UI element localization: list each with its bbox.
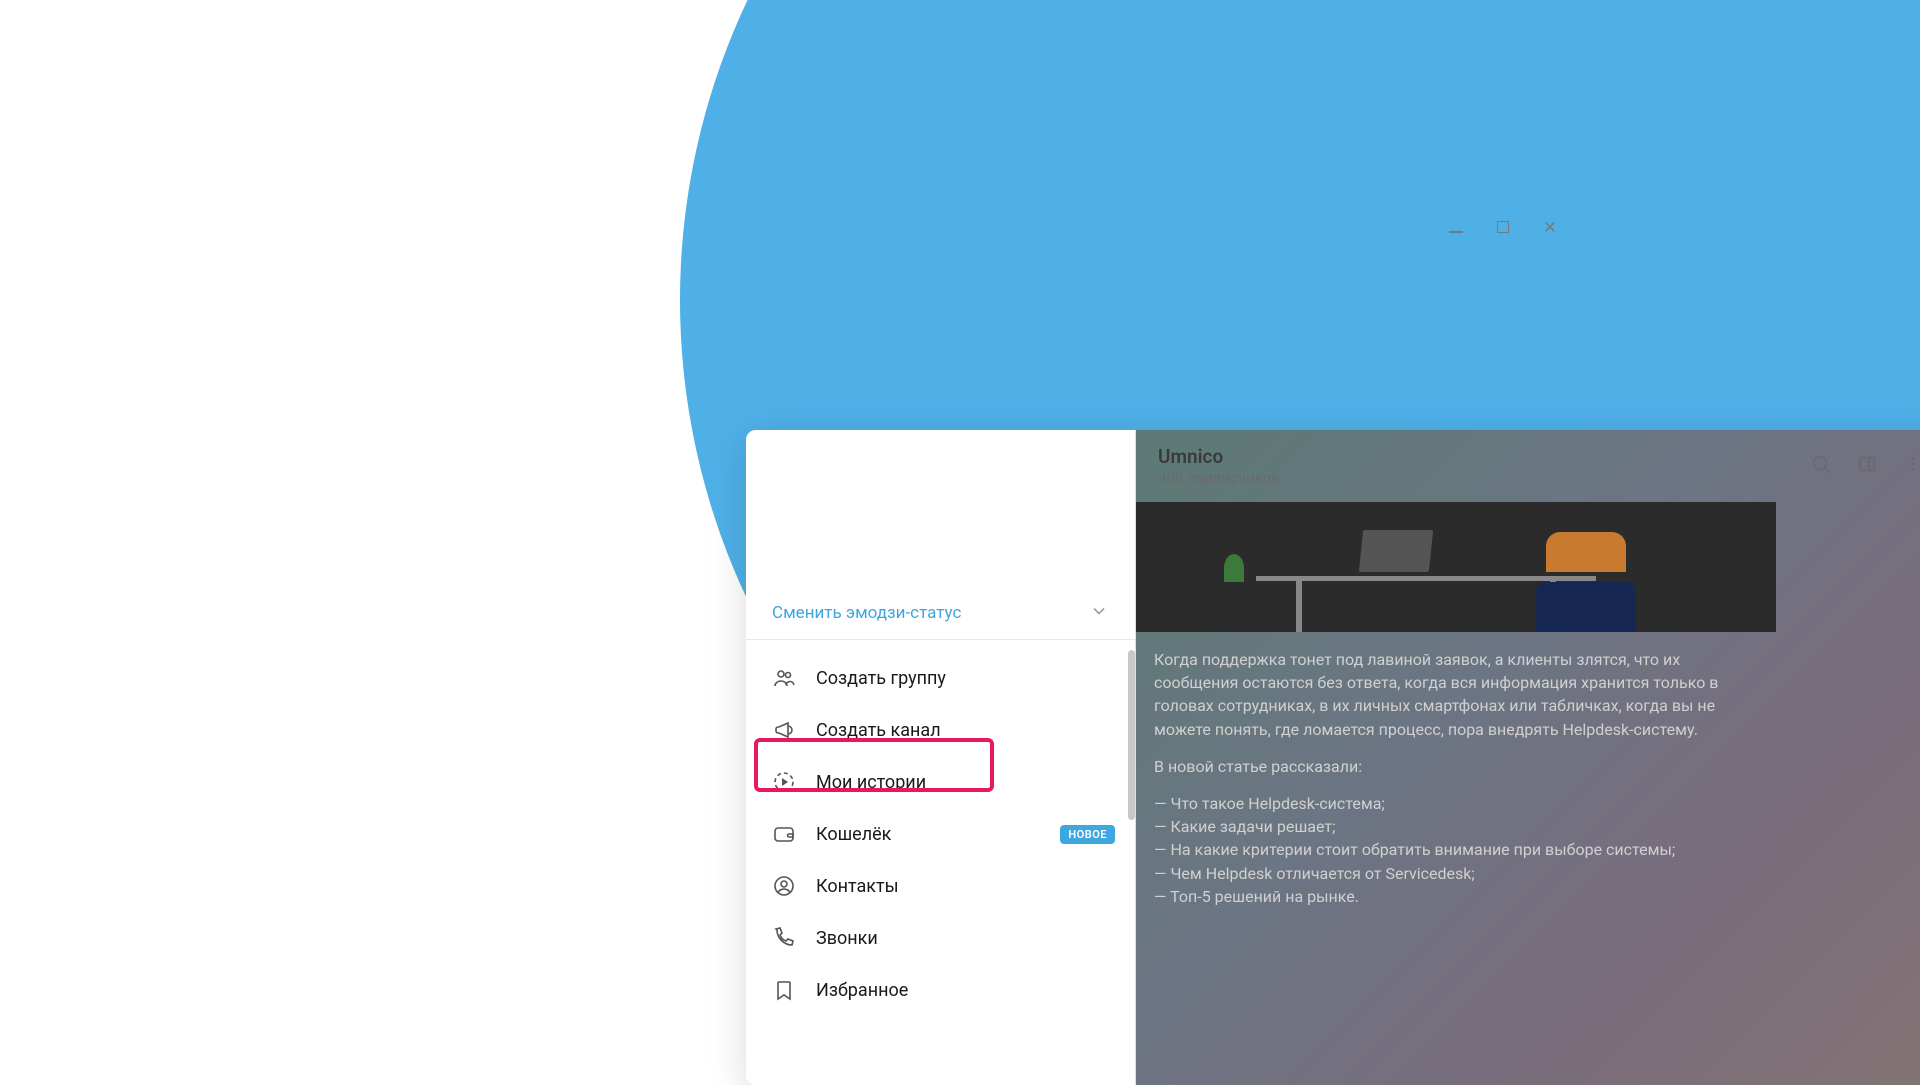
menu-item-label: Мои истории xyxy=(816,772,926,793)
menu-saved[interactable]: Избранное xyxy=(746,964,1135,1016)
menu-item-label: Кошелёк xyxy=(816,824,891,845)
menu-item-label: Звонки xyxy=(816,928,878,949)
message-list-item: — Чем Helpdesk отличается от Servicedesk… xyxy=(1154,862,1758,885)
message-list-item: — На какие критерии стоит обратить внима… xyxy=(1154,838,1758,861)
menu-contacts[interactable]: Контакты xyxy=(746,860,1135,912)
window-controls: ✕ xyxy=(1449,220,1557,237)
menu-my-stories[interactable]: Мои истории xyxy=(746,756,1135,808)
maximize-button[interactable] xyxy=(1497,220,1509,237)
megaphone-icon xyxy=(766,718,802,742)
menu-calls[interactable]: Звонки xyxy=(746,912,1135,964)
menu-item-label: Избранное xyxy=(816,980,908,1001)
chat-title: Umnico xyxy=(1158,445,1810,468)
sidebar-profile-area xyxy=(746,430,1135,595)
bookmark-icon xyxy=(766,978,802,1002)
menu-item-label: Создать группу xyxy=(816,668,946,689)
message-list-item: — Что такое Helpdesk-система; xyxy=(1154,792,1758,815)
message-paragraph: Когда поддержка тонет под лавиной заявок… xyxy=(1154,648,1758,741)
group-icon xyxy=(766,666,802,690)
message-bubble: Когда поддержка тонет под лавиной заявок… xyxy=(1136,502,1776,1085)
menu-create-channel[interactable]: Создать канал xyxy=(746,704,1135,756)
wallet-icon xyxy=(766,822,802,846)
menu-wallet[interactable]: Кошелёк НОВОЕ xyxy=(746,808,1135,860)
chat-subscribers: 409 подписчиков xyxy=(1158,469,1810,487)
sidebar: Сменить эмодзи-статус Создать группу xyxy=(746,430,1136,1085)
change-emoji-status-link[interactable]: Сменить эмодзи-статус xyxy=(772,603,961,623)
sidepanel-icon[interactable] xyxy=(1856,453,1878,479)
chat-header[interactable]: Umnico 409 подписчиков xyxy=(1136,430,1920,502)
message-paragraph: В новой статье рассказали: xyxy=(1154,755,1758,778)
more-icon[interactable] xyxy=(1902,453,1920,479)
menu-item-label: Создать канал xyxy=(816,720,941,741)
minimize-button[interactable] xyxy=(1449,220,1463,237)
sidebar-menu: Создать группу Создать канал Мои истории xyxy=(746,640,1135,1016)
chat-area: Umnico 409 подписчиков xyxy=(1136,430,1920,1085)
message-list-item: — Топ-5 решений на рынке. xyxy=(1154,885,1758,908)
close-button[interactable]: ✕ xyxy=(1543,220,1557,237)
phone-icon xyxy=(766,926,802,950)
menu-item-label: Контакты xyxy=(816,876,899,897)
chevron-down-icon[interactable] xyxy=(1089,601,1109,625)
message-list-item: — Какие задачи решает; xyxy=(1154,815,1758,838)
message-image[interactable] xyxy=(1136,502,1776,632)
new-badge: НОВОЕ xyxy=(1060,825,1115,844)
menu-create-group[interactable]: Создать группу xyxy=(746,652,1135,704)
message-text: Когда поддержка тонет под лавиной заявок… xyxy=(1136,632,1776,924)
search-icon[interactable] xyxy=(1810,453,1832,479)
stories-icon xyxy=(766,770,802,794)
contacts-icon xyxy=(766,874,802,898)
app-window: ✕ Сменить эмодзи-статус Создать группу xyxy=(373,215,1573,870)
sidebar-scrollbar[interactable] xyxy=(1128,650,1135,820)
